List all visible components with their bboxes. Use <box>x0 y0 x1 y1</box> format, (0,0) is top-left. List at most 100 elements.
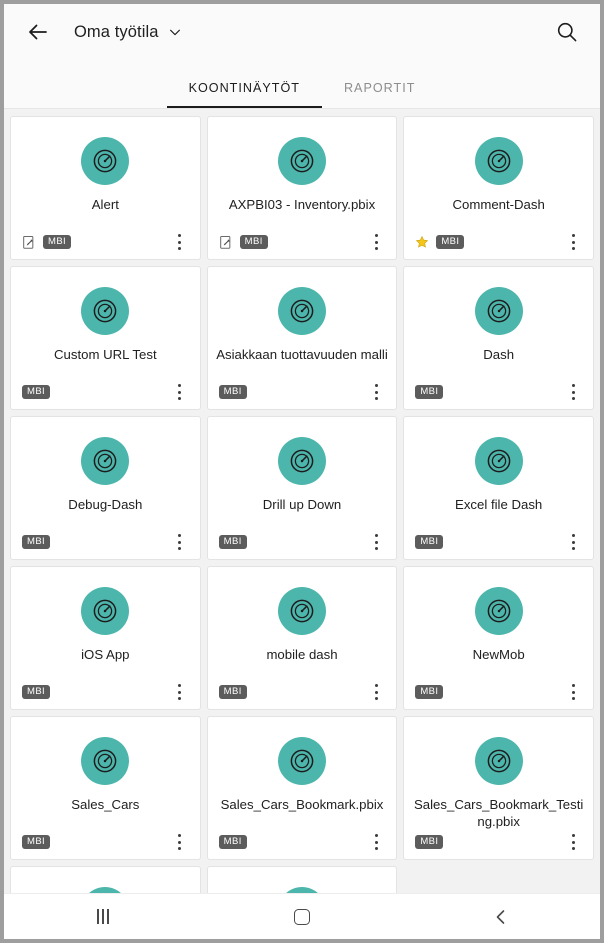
card-badges: MBI <box>22 685 51 699</box>
dashboard-card-footer: MBI <box>11 825 200 859</box>
dashboard-card[interactable]: Comment-Dash MBI <box>403 116 594 260</box>
dashboard-card-footer: MBI <box>208 375 397 409</box>
status-badge: MBI <box>22 535 51 549</box>
gauge-icon <box>474 437 523 485</box>
dashboard-card-footer: MBI <box>404 225 593 259</box>
dashboard-card[interactable]: Alert MBI <box>10 116 201 260</box>
dashboard-card-footer: MBI <box>208 825 397 859</box>
card-overflow-menu-button[interactable] <box>170 381 190 403</box>
card-overflow-menu-button[interactable] <box>366 681 386 703</box>
card-badges: MBI <box>219 235 268 250</box>
card-overflow-menu-button[interactable] <box>563 681 583 703</box>
dashboard-card-title: Comment-Dash <box>452 197 545 212</box>
gauge-icon <box>277 287 326 335</box>
card-overflow-menu-button[interactable] <box>366 381 386 403</box>
gauge-icon <box>474 287 523 335</box>
gauge-icon <box>474 587 523 635</box>
dashboard-card-footer: MBI <box>404 825 593 859</box>
dashboard-card[interactable]: Sales_Cars MBI <box>10 716 201 860</box>
tab-reports[interactable]: RAPORTIT <box>322 81 437 108</box>
tab-dashboards-label: KOONTINÄYTÖT <box>188 81 300 95</box>
tab-bar: KOONTINÄYTÖT RAPORTIT <box>4 60 600 109</box>
workspace-selector[interactable]: Oma työtila <box>74 23 182 42</box>
gauge-icon <box>277 437 326 485</box>
search-icon[interactable] <box>552 17 582 47</box>
gauge-icon <box>277 587 326 635</box>
card-overflow-menu-button[interactable] <box>170 531 190 553</box>
gauge-icon <box>81 437 130 485</box>
card-overflow-menu-button[interactable] <box>563 531 583 553</box>
status-badge: MBI <box>415 835 444 849</box>
dashboard-card[interactable]: Drill up Down MBI <box>206 416 398 560</box>
dashboard-card[interactable]: Sales_Cars_Bookmark.pbix MBI <box>206 716 398 860</box>
status-badge: MBI <box>436 235 465 249</box>
dashboard-list-scroll[interactable]: Alert MBI AXPBI03 - Inventory.pbix MBI C… <box>4 109 600 893</box>
dashboard-card[interactable]: mobile dash MBI <box>206 566 398 710</box>
dashboard-card[interactable] <box>10 866 201 893</box>
dashboard-card[interactable]: Excel file Dash MBI <box>403 416 594 560</box>
status-badge: MBI <box>22 385 51 399</box>
dashboard-card-title: mobile dash <box>266 647 338 662</box>
dashboard-card-title: NewMob <box>472 647 525 662</box>
card-overflow-menu-button[interactable] <box>170 231 190 253</box>
gauge-icon <box>277 887 326 893</box>
back-arrow-icon[interactable] <box>24 18 52 46</box>
card-overflow-menu-button[interactable] <box>170 681 190 703</box>
dashboard-card-title: Custom URL Test <box>54 347 157 362</box>
card-badges: MBI <box>22 535 51 549</box>
dashboard-card-footer: MBI <box>208 225 397 259</box>
dashboard-card[interactable] <box>206 866 398 893</box>
dashboard-card[interactable]: Asiakkaan tuottavuuden malli MBI <box>206 266 398 410</box>
status-badge: MBI <box>218 835 247 849</box>
card-badges: MBI <box>218 385 247 399</box>
dashboard-card-title: Alert <box>91 197 119 212</box>
card-overflow-menu-button[interactable] <box>563 831 583 853</box>
card-badges: MBI <box>415 385 444 399</box>
dashboard-card-footer: MBI <box>11 225 200 259</box>
card-badges: MBI <box>415 685 444 699</box>
device-frame: Oma työtila KOONTINÄYTÖT RAPORTIT Alert … <box>0 0 604 943</box>
card-overflow-menu-button[interactable] <box>366 831 386 853</box>
gauge-icon <box>81 287 130 335</box>
dashboard-card[interactable]: Debug-Dash MBI <box>10 416 201 560</box>
dashboard-card[interactable]: iOS App MBI <box>10 566 201 710</box>
gauge-icon <box>474 137 523 185</box>
status-badge: MBI <box>218 685 247 699</box>
dashboard-card[interactable]: AXPBI03 - Inventory.pbix MBI <box>206 116 398 260</box>
dashboard-card[interactable]: Custom URL Test MBI <box>10 266 201 410</box>
gauge-icon <box>81 737 130 785</box>
card-badges: MBI <box>22 835 51 849</box>
dashboard-card[interactable]: Dash MBI <box>403 266 594 410</box>
tab-dashboards[interactable]: KOONTINÄYTÖT <box>166 81 323 108</box>
card-badges: MBI <box>218 835 247 849</box>
card-badges: MBI <box>22 235 72 250</box>
dashboard-card-title: Debug-Dash <box>68 497 143 512</box>
gauge-icon <box>81 587 130 635</box>
tab-reports-label: RAPORTIT <box>343 81 416 95</box>
dashboard-card-footer: MBI <box>11 675 200 709</box>
dashboard-card-title: Sales_Cars_Bookmark.pbix <box>220 797 384 812</box>
card-overflow-menu-button[interactable] <box>563 381 583 403</box>
dashboard-card-title: iOS App <box>81 647 130 662</box>
gauge-icon <box>474 737 523 785</box>
card-overflow-menu-button[interactable] <box>563 231 583 253</box>
status-badge: MBI <box>218 385 247 399</box>
back-icon[interactable] <box>401 894 600 939</box>
home-icon[interactable] <box>203 894 402 939</box>
recents-icon[interactable] <box>4 894 203 939</box>
card-overflow-menu-button[interactable] <box>170 831 190 853</box>
status-badge: MBI <box>415 535 444 549</box>
dashboard-card[interactable]: NewMob MBI <box>403 566 594 710</box>
card-overflow-menu-button[interactable] <box>366 531 386 553</box>
card-overflow-menu-button[interactable] <box>366 231 386 253</box>
dashboard-card-footer: MBI <box>11 525 200 559</box>
chevron-down-icon <box>169 29 180 36</box>
status-badge: MBI <box>22 685 51 699</box>
shared-document-icon <box>219 235 233 250</box>
dashboard-card-footer: MBI <box>404 375 593 409</box>
dashboard-card[interactable]: Sales_Cars_Bookmark_Testing.pbix MBI <box>403 716 594 860</box>
star-icon[interactable] <box>415 235 429 249</box>
status-badge: MBI <box>22 835 51 849</box>
dashboard-card-title: Drill up Down <box>262 497 342 512</box>
dashboard-card-footer: MBI <box>404 525 593 559</box>
